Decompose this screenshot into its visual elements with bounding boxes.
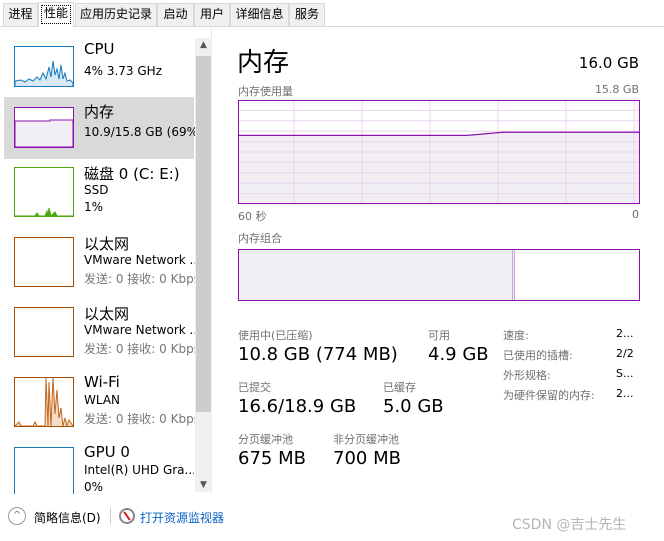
resource-list: CPU 4% 3.73 GHz 内存 10.9/15.8 GB (69%) 磁盘… — [0, 28, 212, 494]
memory-composition-bar — [238, 249, 640, 301]
ethernet-label: 以太网 — [84, 305, 130, 323]
sidebar-scrollbar[interactable]: ▲ ▼ — [195, 38, 212, 492]
paged-pool-value: 675 MB — [238, 448, 306, 469]
tab-startup[interactable]: 启动 — [157, 3, 194, 26]
scroll-down-icon[interactable]: ▼ — [195, 480, 212, 490]
available-value: 4.9 GB — [428, 344, 489, 365]
spec-slots-label: 已使用的插槽: — [503, 349, 573, 362]
ethernet-label: 以太网 — [84, 235, 130, 253]
cpu-usage: 4% 3.73 GHz — [84, 64, 163, 78]
memory-thumbnail-graph — [14, 107, 74, 148]
sidebar-item-disk[interactable]: 磁盘 0 (C: E:) SSD 1% — [4, 159, 194, 221]
cached-value: 5.0 GB — [383, 396, 444, 417]
ethernet-thumbnail-graph — [14, 307, 74, 357]
disk-label: 磁盘 0 (C: E:) — [84, 165, 180, 183]
tab-users[interactable]: 用户 — [194, 3, 230, 26]
time-axis-start: 60 秒 — [238, 210, 267, 223]
gpu-usage: 0% — [84, 480, 104, 494]
cached-label: 已缓存 — [383, 381, 416, 394]
wifi-throughput: 发送: 0 接收: 0 Kbps — [84, 412, 200, 426]
ethernet-adapter: VMware Network ... — [84, 253, 201, 267]
sidebar-item-memory[interactable]: 内存 10.9/15.8 GB (69%) — [4, 97, 203, 159]
watermark: CSDN @吉士先生 — [512, 517, 627, 533]
gpu-thumbnail-graph — [14, 447, 74, 494]
spec-form-factor-label: 外形规格: — [503, 369, 551, 382]
time-axis-end: 0 — [632, 208, 639, 221]
committed-value: 16.6/18.9 GB — [238, 396, 357, 417]
spec-reserved-value: 2... — [616, 387, 634, 400]
ethernet-adapter: VMware Network ... — [84, 323, 201, 337]
ethernet-thumbnail-graph — [14, 237, 74, 287]
spec-form-factor-value: S... — [616, 367, 634, 380]
paged-pool-label: 分页缓冲池 — [238, 433, 293, 446]
spec-slots-value: 2/2 — [616, 347, 634, 360]
spec-speed-value: 2... — [616, 327, 634, 340]
disk-thumbnail-graph — [14, 167, 74, 217]
sidebar-item-wifi[interactable]: Wi-Fi WLAN 发送: 0 接收: 0 Kbps — [4, 369, 200, 431]
tab-details[interactable]: 详细信息 — [230, 3, 289, 26]
sidebar-item-cpu[interactable]: CPU 4% 3.73 GHz — [4, 36, 194, 98]
spec-reserved-label: 为硬件保留的内存: — [503, 389, 595, 402]
wifi-adapter: WLAN — [84, 393, 121, 407]
tab-performance[interactable]: 性能 — [38, 2, 74, 27]
tab-services[interactable]: 服务 — [289, 3, 325, 26]
available-label: 可用 — [428, 329, 450, 342]
page-title: 内存 — [237, 48, 290, 78]
tab-app-history[interactable]: 应用历史记录 — [75, 3, 157, 26]
disk-usage: 1% — [84, 200, 104, 214]
ethernet-throughput: 发送: 0 接收: 0 Kbps — [84, 342, 200, 356]
open-resource-monitor-link[interactable]: 打开资源监视器 — [140, 509, 224, 526]
spec-speed-label: 速度: — [503, 329, 529, 342]
scroll-up-icon[interactable]: ▲ — [195, 40, 212, 50]
usage-graph-label: 内存使用量 — [238, 85, 293, 98]
in-use-value: 10.8 GB (774 MB) — [238, 344, 398, 365]
total-memory: 16.0 GB — [578, 54, 639, 72]
usage-graph-max: 15.8 GB — [594, 83, 639, 96]
memory-usage-graph — [238, 100, 640, 204]
fewer-details-button[interactable]: 简略信息(D) — [34, 509, 101, 526]
sidebar-item-ethernet-2[interactable]: 以太网 VMware Network ... 发送: 0 接收: 0 Kbps — [4, 299, 201, 361]
composition-label: 内存组合 — [238, 232, 282, 245]
wifi-thumbnail-graph — [14, 377, 74, 427]
wifi-label: Wi-Fi — [84, 373, 120, 391]
gpu-label: GPU 0 — [84, 443, 130, 461]
memory-usage: 10.9/15.8 GB (69%) — [84, 125, 203, 139]
cpu-label: CPU — [84, 40, 115, 58]
chevron-up-icon[interactable]: ^ — [8, 507, 26, 525]
cpu-thumbnail-graph — [14, 46, 74, 87]
sidebar-item-ethernet-1[interactable]: 以太网 VMware Network ... 发送: 0 接收: 0 Kbps — [4, 229, 201, 291]
tab-processes[interactable]: 进程 — [3, 3, 38, 26]
gpu-model: Intel(R) UHD Gra... — [84, 463, 194, 477]
nonpaged-pool-value: 700 MB — [333, 448, 401, 469]
in-use-segment — [239, 250, 515, 300]
scrollbar-thumb[interactable] — [196, 56, 211, 412]
disk-type: SSD — [84, 183, 109, 197]
committed-label: 已提交 — [238, 381, 271, 394]
resource-monitor-icon — [119, 508, 135, 524]
ethernet-throughput: 发送: 0 接收: 0 Kbps — [84, 272, 200, 286]
memory-label: 内存 — [84, 103, 115, 121]
tab-bar: 进程 性能 应用历史记录 启动 用户 详细信息 服务 — [0, 0, 664, 27]
nonpaged-pool-label: 非分页缓冲池 — [333, 433, 399, 446]
footer: ^ 简略信息(D) 打开资源监视器 CSDN @吉士先生 — [0, 503, 664, 541]
divider — [110, 508, 111, 524]
in-use-label: 使用中(已压缩) — [238, 329, 313, 342]
sidebar-item-gpu[interactable]: GPU 0 Intel(R) UHD Gra... 0% — [4, 439, 194, 494]
